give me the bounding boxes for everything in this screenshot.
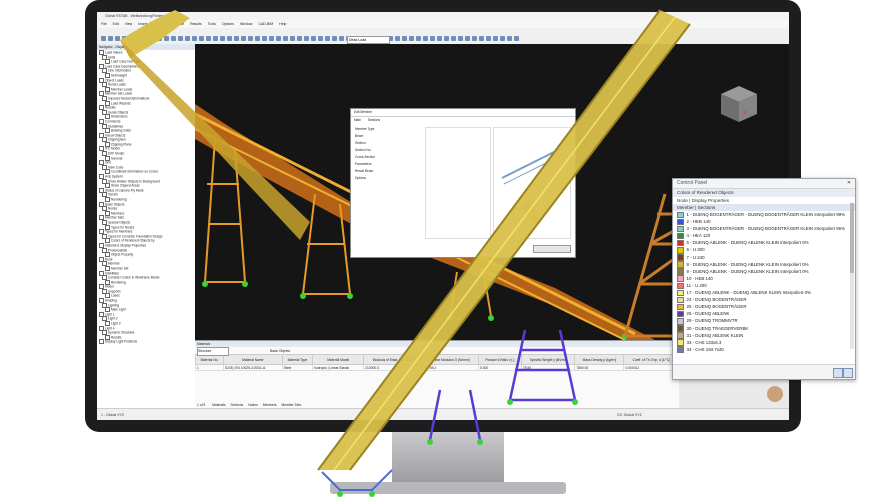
section-color-item[interactable]: 33 - CHS 133x6.3	[673, 339, 855, 346]
section-color-label: 6 - U 300	[686, 247, 705, 253]
section-color-item[interactable]: 7 - U 240	[673, 254, 855, 261]
section-color-list: 1 - DUENQ BOGENTRÄGER - DUENQ BOGENTRÄGE…	[673, 211, 855, 353]
section-color-item[interactable]: 3 - DUENQ BOGENTRÄGER - DUENQ BOGENTRÄGE…	[673, 225, 855, 233]
tower-front-purple	[428, 329, 577, 441]
section-color-label: 24 - DUENQ BOGENTRÄGER	[686, 297, 747, 303]
control-panel-group: Node | Display Properties	[677, 198, 730, 203]
color-swatch[interactable]	[677, 268, 684, 275]
section-color-label: 9 - DUENQ ABLENK - DUENQ ABLENK KLEIN In…	[686, 268, 809, 274]
lower-base-frame	[321, 469, 393, 491]
section-color-label: 34 - CHS 193.7x20	[686, 346, 724, 352]
section-color-item[interactable]: 30 - DUENQ TRAEGERVERBK	[673, 325, 855, 332]
section-color-item[interactable]: 17 - DUENQ ABLENK - DUENQ ABLENK KLEIN I…	[673, 289, 855, 297]
control-panel: Control Panel ✕ Colors of Rendered Objec…	[672, 178, 856, 380]
section-color-item[interactable]: 9 - DUENQ ABLENK - DUENQ ABLENK KLEIN In…	[673, 268, 855, 275]
color-swatch[interactable]	[677, 261, 684, 268]
section-color-item[interactable]: 11 - U 200	[673, 282, 855, 290]
control-panel-title: Control Panel	[673, 179, 855, 189]
color-swatch[interactable]	[677, 254, 684, 261]
section-color-label: 31 - DUENQ ABLENK KLEIN	[686, 332, 744, 338]
control-panel-scrollbar[interactable]	[850, 203, 854, 349]
section-color-item[interactable]: 24 - DUENQ BOGENTRÄGER	[673, 296, 855, 304]
section-color-label: 25 - DUENQ BOGENTRÄGER	[686, 304, 747, 310]
section-color-item[interactable]: 29 - DUENQ TROMMVTR	[673, 317, 855, 325]
control-panel-subtitle: Colors of Rendered Objects	[673, 189, 855, 197]
section-color-label: 26 - DUENQ ABLENK	[686, 311, 730, 317]
section-color-label: 8 - DUENQ ABLENK - DUENQ ABLENK KLEIN In…	[686, 261, 809, 267]
section-color-item[interactable]: 6 - U 300	[673, 246, 855, 254]
section-color-label: 29 - DUENQ TROMMVTR	[686, 318, 738, 324]
conveyor-bridge-upper-left	[120, 10, 310, 240]
control-panel-footer	[673, 364, 855, 379]
section-color-item[interactable]: 26 - DUENQ ABLENK	[673, 310, 855, 318]
conveyor-bridge-front	[317, 9, 691, 471]
color-swatch[interactable]	[677, 332, 684, 339]
section-color-item[interactable]: 5 - DUENQ ABLENK - DUENQ ABLENK KLEIN In…	[673, 239, 855, 247]
color-swatch[interactable]	[677, 339, 684, 346]
section-color-label: 11 - U 200	[686, 282, 707, 288]
section-color-label: 10 - HEB 140	[686, 275, 713, 281]
section-color-item[interactable]: 31 - DUENQ ABLENK KLEIN	[673, 332, 855, 339]
palette-icon[interactable]	[843, 368, 853, 378]
section-color-label: 30 - DUENQ TRAEGERVERBK	[686, 325, 749, 331]
section-color-item[interactable]: 8 - DUENQ ABLENK - DUENQ ABLENK KLEIN In…	[673, 261, 855, 268]
color-swatch[interactable]	[677, 346, 684, 353]
scrollbar-thumb[interactable]	[850, 203, 854, 273]
color-swatch[interactable]	[677, 318, 684, 325]
section-color-label: 17 - DUENQ ABLENK - DUENQ ABLENK KLEIN I…	[686, 290, 811, 296]
color-swatch[interactable]	[677, 275, 684, 282]
section-color-label: 7 - U 240	[686, 254, 705, 260]
section-color-item[interactable]: 1 - DUENQ BOGENTRÄGER - DUENQ BOGENTRÄGE…	[673, 211, 855, 219]
section-color-label: 5 - DUENQ ABLENK - DUENQ ABLENK KLEIN In…	[686, 240, 809, 246]
section-color-item[interactable]: 34 - CHS 193.7x20	[673, 346, 855, 353]
section-color-item[interactable]: 2 - HEB 140	[673, 218, 855, 226]
section-color-label: 2 - HEB 140	[686, 219, 711, 225]
section-color-item[interactable]: 10 - HEB 140	[673, 275, 855, 282]
control-panel-section: Member | Sections	[673, 204, 855, 211]
section-color-label: 1 - DUENQ BOGENTRÄGER - DUENQ BOGENTRÄGE…	[686, 212, 846, 217]
section-color-item[interactable]: 25 - DUENQ BOGENTRÄGER	[673, 303, 855, 311]
section-color-label: 4 - HEA 120	[686, 233, 711, 239]
settings-icon[interactable]	[833, 368, 843, 378]
section-color-label: 3 - DUENQ BOGENTRÄGER - DUENQ BOGENTRÄGE…	[686, 226, 846, 232]
close-icon[interactable]: ✕	[846, 180, 852, 186]
color-swatch[interactable]	[677, 325, 684, 332]
section-color-item[interactable]: 4 - HEA 120	[673, 232, 855, 240]
section-color-label: 33 - CHS 133x6.3	[686, 339, 722, 345]
color-swatch[interactable]	[677, 247, 684, 254]
